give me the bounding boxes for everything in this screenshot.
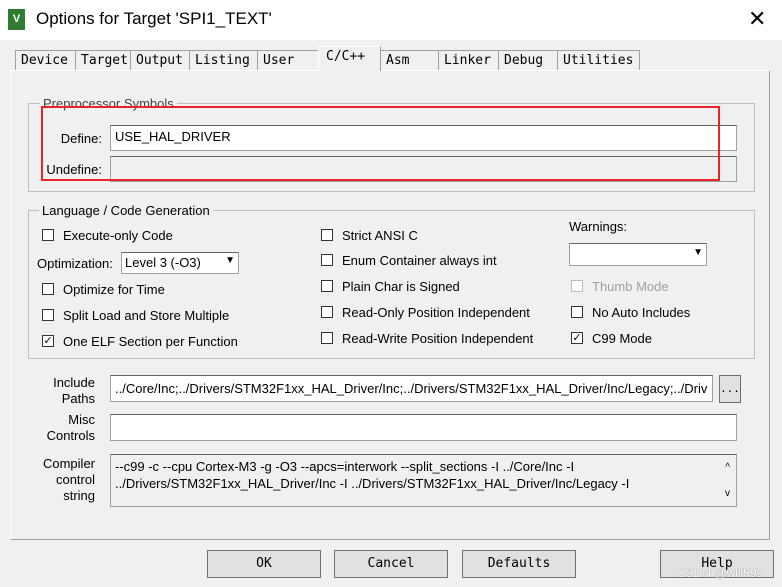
tab-utilities[interactable]: Utilities bbox=[557, 50, 640, 70]
enum-container-label: Enum Container always int bbox=[342, 253, 497, 268]
optimize-time-checkbox[interactable] bbox=[42, 283, 54, 295]
strict-ansi-checkbox[interactable] bbox=[321, 229, 333, 241]
no-auto-includes-checkbox[interactable] bbox=[571, 306, 583, 318]
compiler-control-string[interactable]: --c99 -c --cpu Cortex-M3 -g -O3 --apcs=i… bbox=[110, 454, 737, 507]
split-load-label: Split Load and Store Multiple bbox=[63, 308, 230, 323]
tab-device[interactable]: Device bbox=[15, 50, 76, 70]
optimization-select[interactable]: Level 3 (-O3) ▼ bbox=[121, 252, 239, 274]
include-paths-input[interactable]: ../Core/Inc;../Drivers/STM32F1xx_HAL_Dri… bbox=[110, 375, 713, 402]
compiler-line-2: ../Drivers/STM32F1xx_HAL_Driver/Inc -I .… bbox=[115, 476, 630, 491]
thumb-mode-label: Thumb Mode bbox=[592, 279, 669, 294]
language-group-label: Language / Code Generation bbox=[39, 203, 213, 218]
tab-linker[interactable]: Linker bbox=[438, 50, 499, 70]
tab-cc[interactable]: C/C++ bbox=[318, 46, 381, 71]
chevron-down-icon: ▼ bbox=[225, 255, 235, 266]
optimization-label: Optimization: bbox=[37, 256, 113, 271]
window-title: Options for Target 'SPI1_TEXT' bbox=[36, 9, 272, 28]
include-paths-label: Include Paths bbox=[53, 375, 95, 406]
ok-button[interactable]: OK bbox=[207, 550, 321, 578]
plain-char-checkbox[interactable] bbox=[321, 280, 333, 292]
strict-ansi-label: Strict ANSI C bbox=[342, 228, 418, 243]
close-icon[interactable]: ✕ bbox=[748, 6, 766, 32]
defaults-button[interactable]: Defaults bbox=[462, 550, 576, 578]
one-elf-checkbox[interactable]: ✓ bbox=[42, 335, 54, 347]
c99-mode-label: C99 Mode bbox=[592, 331, 652, 346]
rw-pi-checkbox[interactable] bbox=[321, 332, 333, 344]
plain-char-label: Plain Char is Signed bbox=[342, 279, 460, 294]
split-load-checkbox[interactable] bbox=[42, 309, 54, 321]
rw-pi-label: Read-Write Position Independent bbox=[342, 331, 534, 346]
optimize-time-label: Optimize for Time bbox=[63, 282, 165, 297]
execute-only-checkbox[interactable] bbox=[42, 229, 54, 241]
highlight-box bbox=[41, 106, 720, 181]
cancel-button[interactable]: Cancel bbox=[334, 550, 448, 578]
enum-container-checkbox[interactable] bbox=[321, 254, 333, 266]
chevron-down-icon: ▼ bbox=[693, 247, 703, 258]
scroll-up-icon[interactable]: ^ bbox=[725, 459, 730, 476]
warnings-select[interactable]: ▼ bbox=[569, 243, 707, 266]
watermark: CSDN @will599 bbox=[677, 566, 764, 580]
no-auto-includes-label: No Auto Includes bbox=[592, 305, 691, 320]
c99-mode-checkbox[interactable]: ✓ bbox=[571, 332, 583, 344]
tab-listing[interactable]: Listing bbox=[189, 50, 258, 70]
tab-target[interactable]: Target bbox=[75, 50, 131, 70]
include-paths-browse-button[interactable]: ... bbox=[719, 375, 741, 403]
warnings-label: Warnings: bbox=[569, 219, 628, 234]
thumb-mode-checkbox[interactable] bbox=[571, 280, 583, 292]
one-elf-label: One ELF Section per Function bbox=[63, 334, 238, 349]
tab-user[interactable]: User bbox=[257, 50, 319, 70]
compiler-control-label: Compiler control string bbox=[42, 456, 95, 503]
misc-controls-label: Misc Controls bbox=[46, 412, 95, 443]
tab-asm[interactable]: Asm bbox=[380, 50, 439, 70]
keil-uvision-icon: V bbox=[8, 9, 25, 30]
ro-pi-checkbox[interactable] bbox=[321, 306, 333, 318]
scroll-down-icon[interactable]: v bbox=[725, 485, 730, 502]
optimization-value: Level 3 (-O3) bbox=[125, 255, 201, 270]
misc-controls-input[interactable] bbox=[110, 414, 737, 441]
compiler-line-1: --c99 -c --cpu Cortex-M3 -g -O3 --apcs=i… bbox=[115, 459, 575, 474]
ro-pi-label: Read-Only Position Independent bbox=[342, 305, 530, 320]
execute-only-label: Execute-only Code bbox=[63, 228, 173, 243]
tab-debug[interactable]: Debug bbox=[498, 50, 558, 70]
tab-output[interactable]: Output bbox=[130, 50, 190, 70]
